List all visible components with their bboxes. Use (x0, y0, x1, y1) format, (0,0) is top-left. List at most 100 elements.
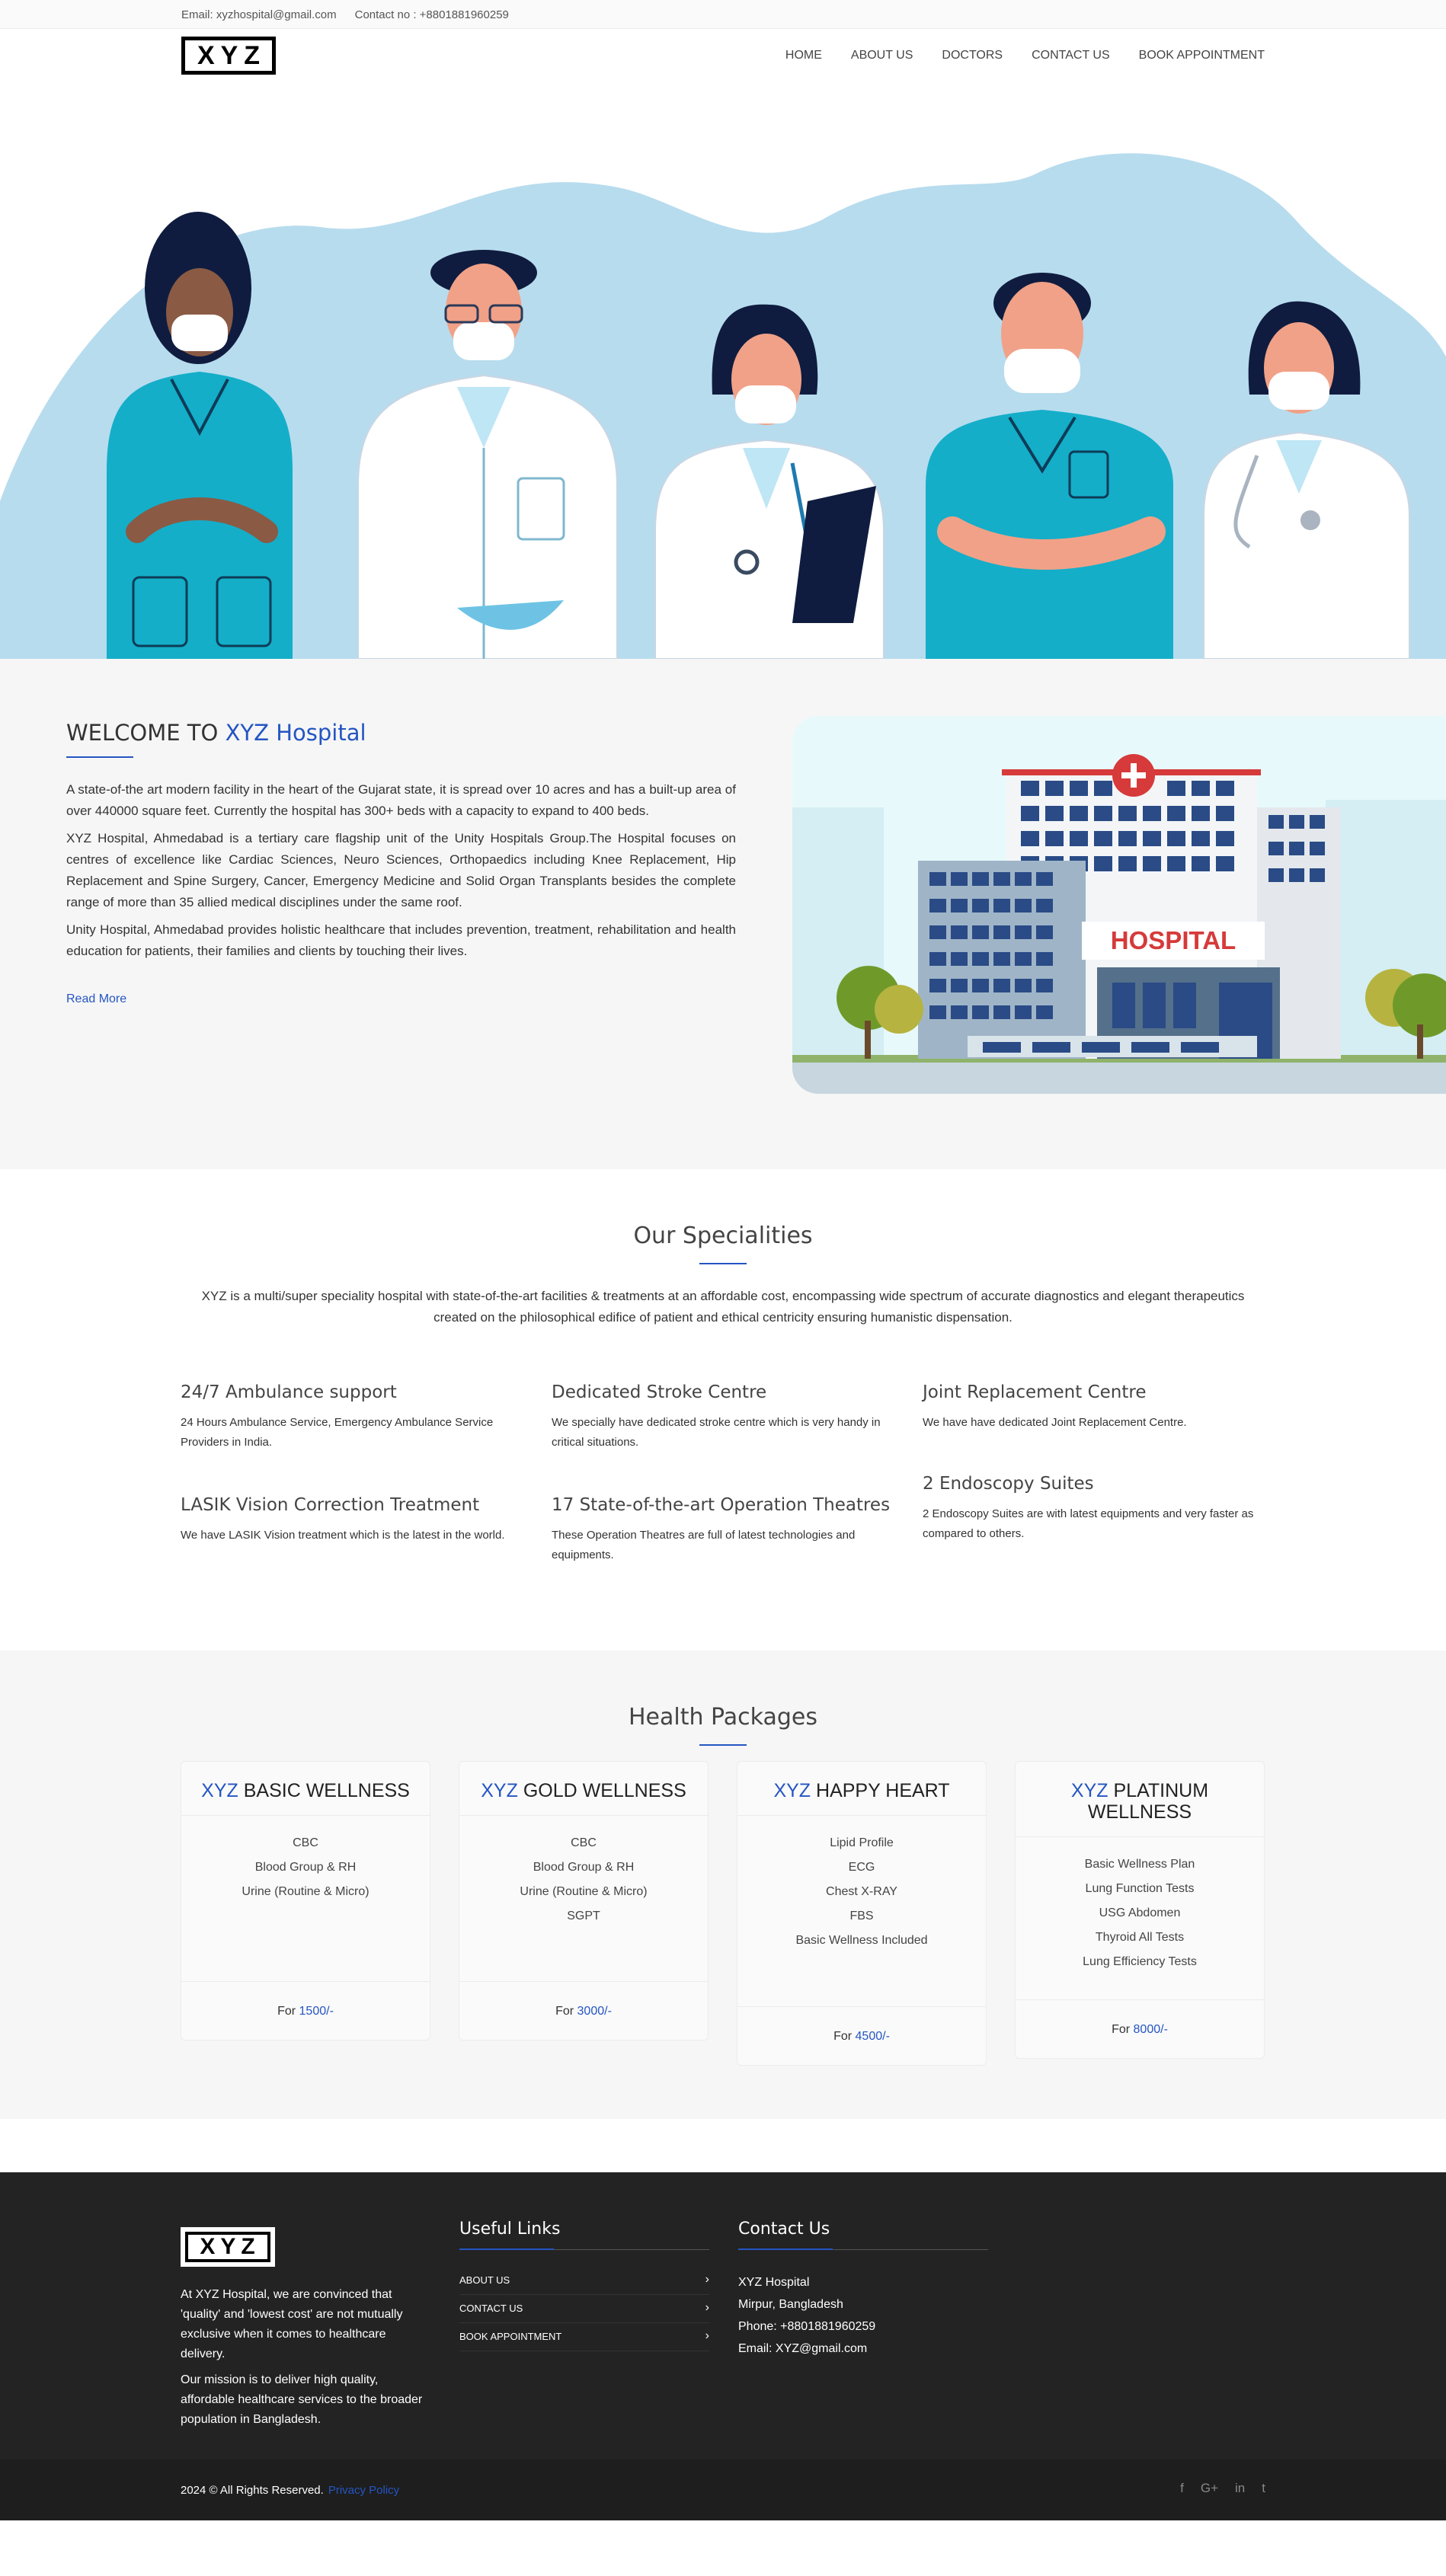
footer-logo[interactable]: XYZ (181, 2227, 275, 2267)
package-price: For 3000/- (459, 1981, 708, 2040)
list-item: Urine (Routine & Micro) (520, 1885, 648, 1898)
footer-contact-line: Email: XYZ@gmail.com (738, 2342, 868, 2355)
specialities-intro: XYZ is a multi/super speciality hospital… (201, 1289, 1245, 1325)
list-item: CBC (571, 1836, 597, 1849)
social-links: f G+ in t (1180, 2481, 1265, 2496)
speciality-title: 24/7 Ambulance support (181, 1382, 397, 1402)
hero-doctors-illustration (0, 153, 1446, 659)
topbar-email: Email: xyzhospital@gmail.com (181, 8, 337, 21)
package-tests: Lipid Profile ECG Chest X-RAY FBS Basic … (737, 1816, 986, 1953)
health-packages-section: Health Packages XYZ BASIC WELLNESS CBC B… (0, 1651, 1446, 2119)
package-title: XYZ HAPPY HEART (773, 1780, 950, 1801)
footer-contact-title: Contact Us (738, 2220, 988, 2250)
speciality-desc: 24 Hours Ambulance Service, Emergency Am… (181, 1416, 494, 1449)
package-price: For 8000/- (1016, 1999, 1264, 2058)
welcome-paragraph: A state-of-the art modern facility in th… (66, 782, 736, 818)
main-nav: HOME ABOUT US DOCTORS CONTACT US BOOK AP… (757, 49, 1265, 62)
speciality-item: 17 State-of-the-art Operation Theatres T… (552, 1495, 902, 1565)
speciality-item: 2 Endoscopy Suites 2 Endoscopy Suites ar… (923, 1474, 1273, 1544)
list-item: Blood Group & RH (254, 1861, 357, 1874)
package-card-basic[interactable]: XYZ BASIC WELLNESS CBC Blood Group & RH … (181, 1761, 430, 2041)
title-underline (699, 1744, 747, 1746)
title-underline (66, 756, 133, 758)
packages-title: Health Packages (628, 1704, 818, 1731)
speciality-title: Joint Replacement Centre (923, 1382, 1147, 1402)
list-item: ECG (848, 1861, 875, 1874)
package-title: XYZ BASIC WELLNESS (201, 1780, 410, 1801)
site-footer: XYZ At XYZ Hospital, we are convinced th… (0, 2172, 1446, 2520)
speciality-desc: We specially have dedicated stroke centr… (552, 1416, 881, 1449)
chevron-right-icon: › (705, 2329, 709, 2342)
nav-home[interactable]: HOME (785, 49, 822, 62)
speciality-desc: We have LASIK Vision treatment which is … (181, 1529, 505, 1542)
copyright: 2024 © All Rights Reserved. Privacy Polic… (181, 2484, 400, 2497)
chevron-right-icon: › (705, 2301, 709, 2314)
speciality-desc: These Operation Theatres are full of lat… (552, 1529, 856, 1561)
footer-about-paragraph: Our mission is to deliver high quality, … (181, 2373, 423, 2426)
footer-contact: Contact Us XYZ Hospital Mirpur, Banglade… (738, 2220, 988, 2360)
footer-about-paragraph: At XYZ Hospital, we are convinced that '… (181, 2288, 403, 2360)
footer-contact-line: Phone: +8801881960259 (738, 2320, 876, 2333)
nav-book-appointment[interactable]: BOOK APPOINTMENT (1139, 49, 1265, 62)
package-card-happy-heart[interactable]: XYZ HAPPY HEART Lipid Profile ECG Chest … (737, 1761, 987, 2066)
footer-useful-links: Useful Links ABOUT US › CONTACT US › BOOK … (459, 2220, 709, 2351)
nav-doctors[interactable]: DOCTORS (942, 49, 1003, 62)
speciality-item: Joint Replacement Centre We have have de… (923, 1382, 1273, 1433)
title-underline (699, 1263, 747, 1264)
speciality-title: 17 State-of-the-art Operation Theatres (552, 1495, 891, 1515)
list-item: Thyroid All Tests (1095, 1931, 1185, 1944)
footer-links-title: Useful Links (459, 2220, 709, 2250)
footer-link-book-appointment[interactable]: BOOK APPOINTMENT › (459, 2323, 709, 2351)
speciality-title: 2 Endoscopy Suites (923, 1474, 1094, 1494)
specialities-section: Our Specialities XYZ is a multi/super sp… (0, 1169, 1446, 1651)
list-item: Chest X-RAY (826, 1885, 897, 1898)
footer-link-contact-us[interactable]: CONTACT US › (459, 2295, 709, 2323)
speciality-item: 24/7 Ambulance support 24 Hours Ambulanc… (181, 1382, 531, 1453)
top-bar: Email: xyzhospital@gmail.com Contact no … (0, 0, 1446, 29)
privacy-policy-link[interactable]: Privacy Policy (328, 2484, 399, 2497)
speciality-title: LASIK Vision Correction Treatment (181, 1495, 480, 1515)
speciality-title: Dedicated Stroke Centre (552, 1382, 767, 1402)
list-item: Basic Wellness Included (795, 1934, 928, 1947)
list-item: Lipid Profile (830, 1836, 894, 1849)
welcome-title-prefix: WELCOME TO (66, 720, 219, 746)
hospital-building-illustration: HOSPITAL (792, 716, 1446, 1094)
speciality-desc: 2 Endoscopy Suites are with latest equip… (923, 1507, 1254, 1540)
linkedin-icon[interactable]: in (1235, 2481, 1245, 2496)
facebook-icon[interactable]: f (1180, 2481, 1184, 2496)
package-price: For 4500/- (737, 2006, 986, 2065)
list-item: SGPT (567, 1910, 600, 1922)
package-card-gold[interactable]: XYZ GOLD WELLNESS CBC Blood Group & RH U… (459, 1761, 709, 2041)
footer-link-about-us[interactable]: ABOUT US › (459, 2267, 709, 2295)
specialities-title: Our Specialities (633, 1222, 813, 1249)
chevron-right-icon: › (705, 2273, 709, 2286)
package-price: For 1500/- (181, 1981, 430, 2040)
section-spacer (0, 2119, 1446, 2172)
read-more-link[interactable]: Read More (66, 992, 126, 1006)
hero-banner (0, 105, 1446, 659)
twitter-icon[interactable]: t (1262, 2481, 1265, 2496)
list-item: FBS (849, 1910, 874, 1922)
list-item: CBC (293, 1836, 318, 1849)
footer-about: At XYZ Hospital, we are convinced that '… (181, 2285, 432, 2436)
package-tests: CBC Blood Group & RH Urine (Routine & Mi… (459, 1816, 708, 1929)
google-plus-icon[interactable]: G+ (1201, 2481, 1218, 2496)
welcome-title: WELCOME TO XYZ Hospital (66, 720, 736, 746)
speciality-desc: We have have dedicated Joint Replacement… (923, 1416, 1187, 1429)
nav-contact-us[interactable]: CONTACT US (1032, 49, 1110, 62)
welcome-text-block: WELCOME TO XYZ Hospital A state-of-the a… (66, 720, 736, 1006)
package-tests: Basic Wellness Plan Lung Function Tests … (1016, 1837, 1264, 1974)
list-item: Blood Group & RH (533, 1861, 635, 1874)
nav-about-us[interactable]: ABOUT US (851, 49, 913, 62)
package-card-platinum[interactable]: XYZ PLATINUM WELLNESS Basic Wellness Pla… (1015, 1761, 1265, 2059)
package-title: XYZ GOLD WELLNESS (481, 1780, 686, 1801)
list-item: Lung Function Tests (1085, 1882, 1195, 1895)
site-logo[interactable]: XYZ (181, 37, 276, 75)
topbar-contact: Contact no : +8801881960259 (354, 8, 509, 21)
hospital-sign-text: HOSPITAL (1111, 926, 1236, 954)
list-item: USG Abdomen (1099, 1906, 1181, 1919)
welcome-title-accent: XYZ Hospital (225, 720, 366, 746)
footer-bottom-bar: 2024 © All Rights Reserved. Privacy Polic… (0, 2459, 1446, 2520)
speciality-item: LASIK Vision Correction Treatment We hav… (181, 1495, 531, 1545)
package-title: XYZ PLATINUM WELLNESS (1070, 1780, 1209, 1823)
